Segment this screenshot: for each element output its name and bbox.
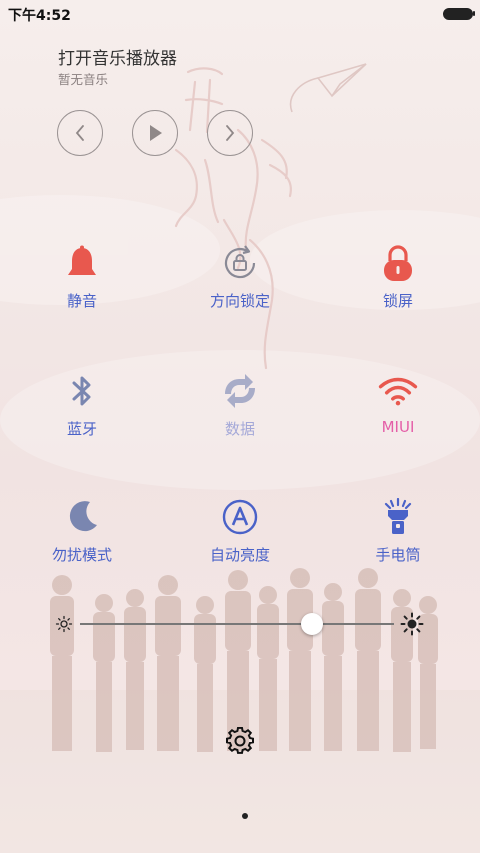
page-indicator-dot bbox=[242, 813, 248, 819]
play-button[interactable] bbox=[132, 110, 178, 156]
battery-cap bbox=[473, 11, 475, 16]
toggle-data-label: 数据 bbox=[224, 420, 255, 438]
flashlight-icon bbox=[378, 497, 418, 537]
brightness-slider[interactable] bbox=[52, 608, 432, 642]
bell-icon bbox=[62, 243, 102, 283]
status-time: 下午4:52 bbox=[8, 8, 71, 24]
toggle-bluetooth-label: 蓝牙 bbox=[66, 420, 97, 438]
toggle-do-not-disturb-label: 勿扰模式 bbox=[51, 546, 112, 564]
previous-button[interactable] bbox=[57, 110, 103, 156]
toggle-lock-screen[interactable]: 锁屏 bbox=[338, 243, 458, 333]
status-bar: 下午4:52 bbox=[0, 0, 480, 28]
gear-icon[interactable] bbox=[226, 727, 254, 755]
sun-small-icon bbox=[55, 615, 73, 633]
toggle-data[interactable]: 数据 bbox=[180, 371, 300, 461]
bluetooth-icon bbox=[62, 371, 102, 411]
toggle-auto-brightness[interactable]: 自动亮度 bbox=[180, 497, 300, 587]
toggle-rotation-lock[interactable]: 方向锁定 bbox=[180, 243, 300, 333]
wifi-icon bbox=[378, 371, 418, 411]
sun-large-icon bbox=[400, 612, 424, 636]
toggle-lock-screen-label: 锁屏 bbox=[382, 292, 413, 310]
toggle-do-not-disturb[interactable]: 勿扰模式 bbox=[22, 497, 142, 587]
toggle-mute[interactable]: 静音 bbox=[22, 243, 142, 333]
next-button[interactable] bbox=[207, 110, 253, 156]
toggle-flashlight[interactable]: 手电筒 bbox=[338, 497, 458, 587]
previous-icon bbox=[75, 125, 84, 141]
auto-brightness-icon bbox=[220, 497, 260, 537]
moon-icon bbox=[62, 497, 102, 537]
toggle-flashlight-label: 手电筒 bbox=[375, 546, 421, 564]
data-sync-icon bbox=[220, 371, 260, 411]
lock-icon bbox=[378, 243, 418, 283]
brightness-track[interactable] bbox=[80, 623, 394, 625]
music-subtitle: 暂无音乐 bbox=[58, 72, 109, 87]
toggle-wifi[interactable]: MIUI bbox=[338, 371, 458, 461]
play-icon bbox=[150, 125, 162, 141]
battery-icon bbox=[443, 8, 473, 20]
toggle-bluetooth[interactable]: 蓝牙 bbox=[22, 371, 142, 461]
toggle-wifi-label: MIUI bbox=[381, 418, 415, 436]
toggle-rotation-lock-label: 方向锁定 bbox=[209, 292, 270, 310]
toggle-auto-brightness-label: 自动亮度 bbox=[209, 546, 270, 564]
music-title[interactable]: 打开音乐播放器 bbox=[58, 44, 177, 69]
toggle-mute-label: 静音 bbox=[66, 292, 97, 310]
next-icon bbox=[226, 125, 235, 141]
rotation-lock-icon bbox=[220, 243, 260, 283]
brightness-knob[interactable] bbox=[301, 613, 324, 635]
